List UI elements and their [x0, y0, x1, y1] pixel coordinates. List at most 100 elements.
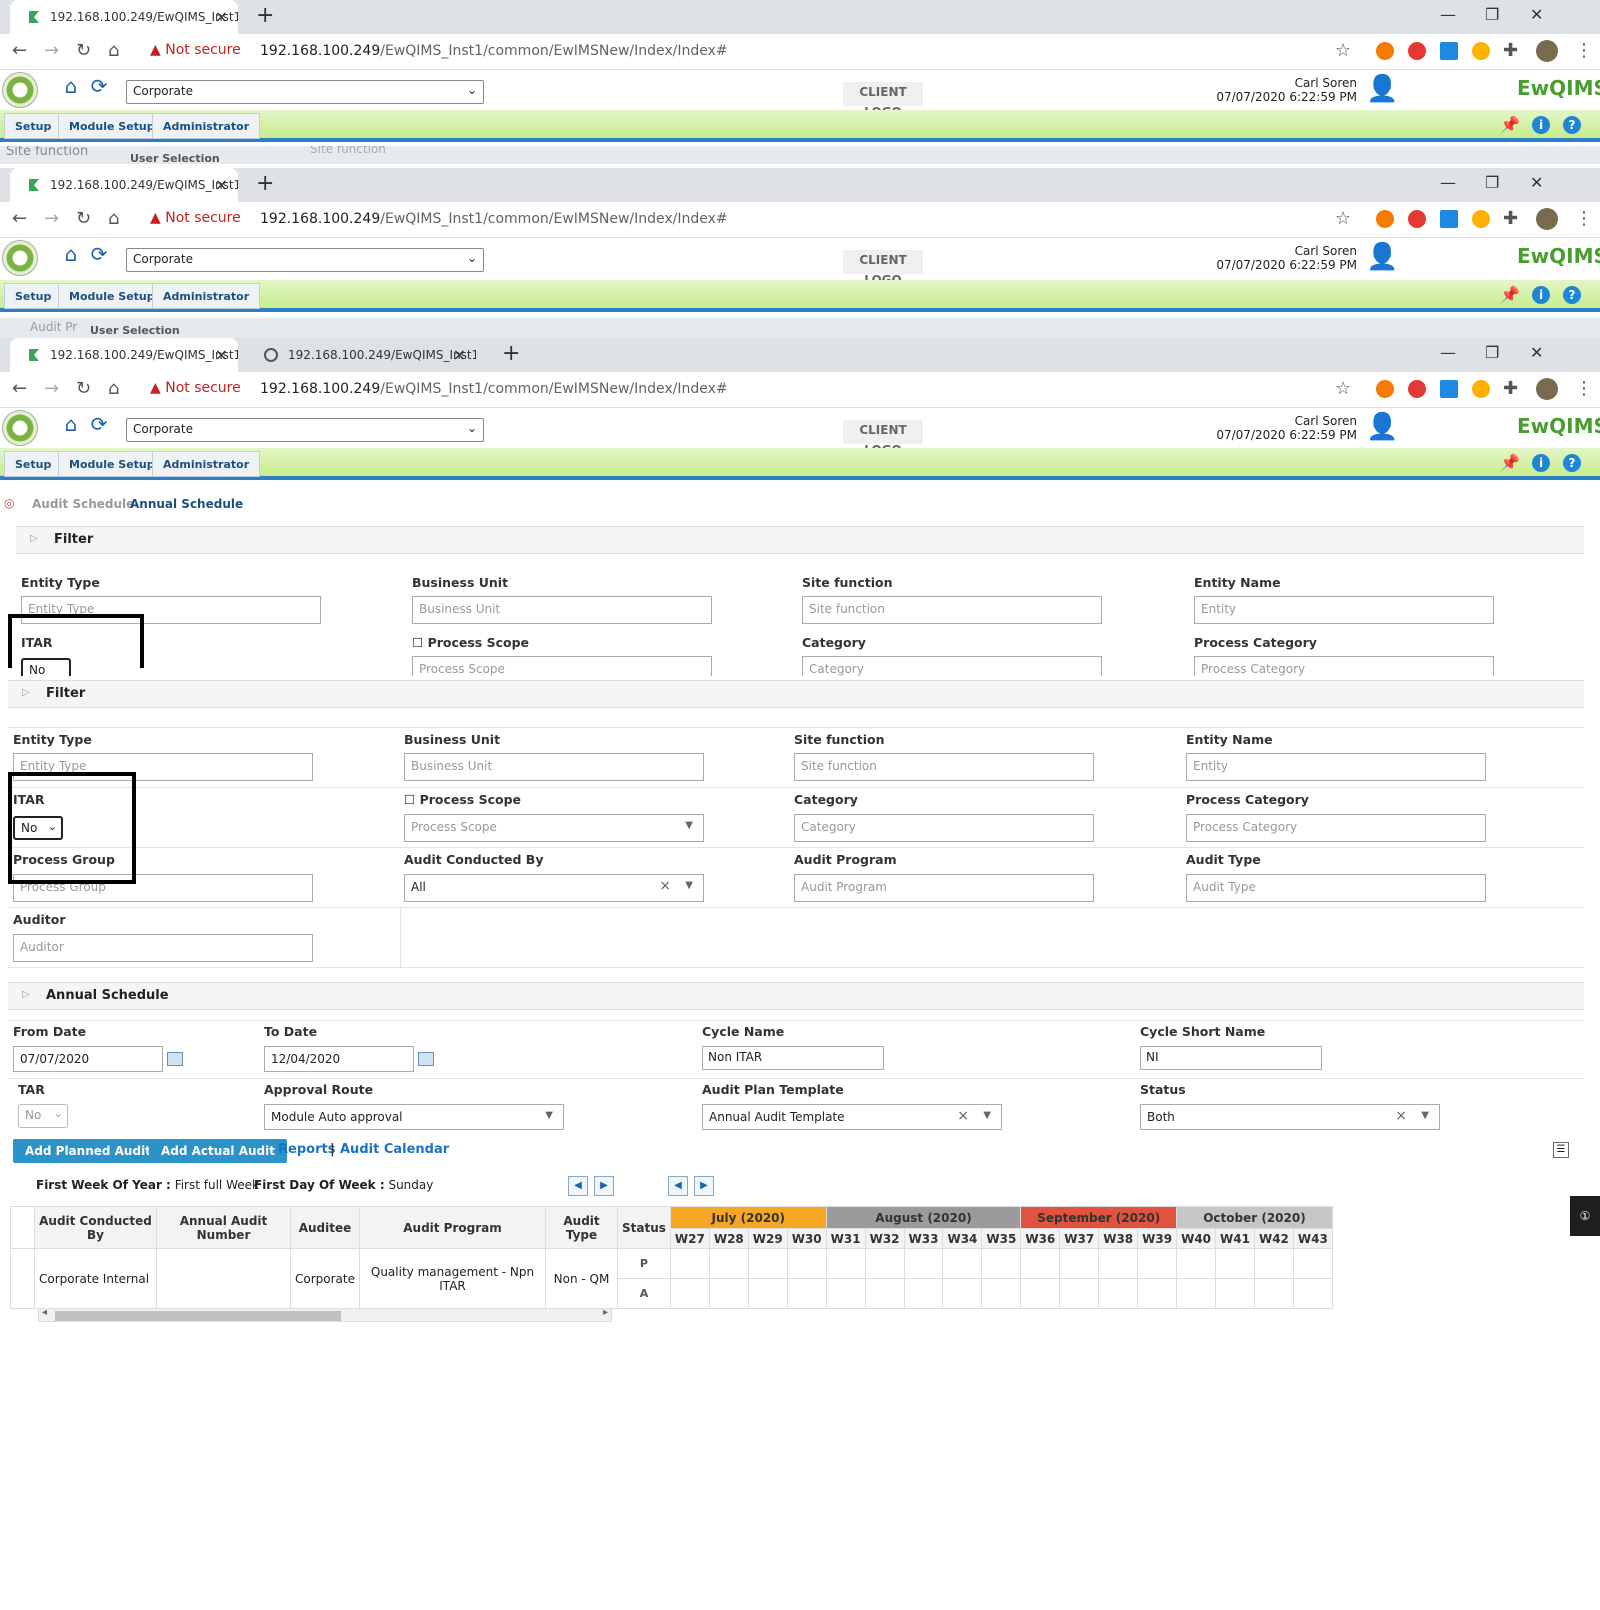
export-grid-icon[interactable]: ☰: [1553, 1142, 1569, 1158]
process-category-input[interactable]: Process Category: [1186, 814, 1486, 842]
category-input[interactable]: Category: [802, 656, 1102, 676]
close-tab-icon[interactable]: ×: [215, 168, 228, 202]
help-icon[interactable]: ?: [1563, 454, 1581, 472]
home-button-icon[interactable]: ⌂: [58, 74, 84, 102]
audit-plan-template-select[interactable]: Annual Audit Template × ▼: [702, 1104, 1002, 1130]
back-icon[interactable]: ←: [12, 208, 27, 229]
extension-windows-icon[interactable]: [1440, 210, 1458, 228]
extension-opera-icon[interactable]: [1408, 42, 1426, 60]
annual-schedule-header[interactable]: ▷ Annual Schedule: [8, 982, 1584, 1010]
corporate-select[interactable]: Corporate ⌄: [126, 418, 484, 442]
info-icon[interactable]: i: [1532, 286, 1550, 304]
refresh-button-icon[interactable]: ⟳: [86, 242, 112, 270]
week-cell[interactable]: [786, 1278, 827, 1309]
refresh-button-icon[interactable]: ⟳: [86, 412, 112, 440]
browser-tab-2[interactable]: 192.168.100.249/EwQIMS_Inst1/C ×: [248, 338, 476, 372]
user-avatar-icon[interactable]: 👤: [1366, 74, 1398, 104]
audit-conducted-by-select[interactable]: All × ▼: [404, 874, 704, 902]
close-window-icon[interactable]: ✕: [1530, 0, 1543, 30]
col-audit-program[interactable]: Audit Program: [359, 1206, 546, 1249]
business-unit-input[interactable]: Business Unit: [412, 596, 712, 624]
week-cell[interactable]: [1020, 1248, 1061, 1279]
status-select[interactable]: Both × ▼: [1140, 1104, 1440, 1130]
scroll-left-icon[interactable]: ◂: [42, 1307, 47, 1318]
process-scope-checkbox[interactable]: ☐ Process Scope: [404, 792, 521, 807]
week-cell[interactable]: [1098, 1278, 1139, 1309]
from-date-input[interactable]: 07/07/2020: [13, 1046, 163, 1072]
scrollbar-thumb[interactable]: [55, 1311, 341, 1321]
category-input[interactable]: Category: [794, 814, 1094, 842]
user-avatar-icon[interactable]: 👤: [1366, 412, 1398, 442]
week-cell[interactable]: [708, 1248, 749, 1279]
week-cell[interactable]: [825, 1248, 866, 1279]
extension-windows-icon[interactable]: [1440, 42, 1458, 60]
col-annual-audit-number[interactable]: Annual Audit Number: [156, 1206, 291, 1249]
profile-avatar[interactable]: [1536, 378, 1558, 400]
scroll-right-icon[interactable]: ▸: [603, 1307, 608, 1318]
week-cell[interactable]: [747, 1278, 788, 1309]
process-category-input[interactable]: Process Category: [1194, 656, 1494, 676]
col-status[interactable]: Status: [617, 1206, 671, 1249]
browser-tab[interactable]: 192.168.100.249/EwQIMS_Inst1/c ×: [10, 338, 238, 372]
close-window-icon[interactable]: ✕: [1530, 338, 1543, 368]
menu-kebab-icon[interactable]: ⋮: [1575, 208, 1593, 229]
prev-page-icon[interactable]: ◀: [568, 1176, 588, 1196]
audit-program-input[interactable]: Audit Program: [794, 874, 1094, 902]
user-avatar-icon[interactable]: 👤: [1366, 242, 1398, 272]
extension-fire-icon[interactable]: [1376, 380, 1394, 398]
week-cell[interactable]: [981, 1248, 1022, 1279]
entity-name-input[interactable]: Entity: [1186, 753, 1486, 781]
week-cell[interactable]: [981, 1278, 1022, 1309]
url-field[interactable]: 192.168.100.249/EwQIMS_Inst1/common/EwIM…: [260, 211, 728, 227]
filter-header[interactable]: ▷ Filter: [16, 526, 1584, 554]
menu-kebab-icon[interactable]: ⋮: [1575, 40, 1593, 61]
menu-administrator[interactable]: Administrator: [152, 283, 261, 309]
bookmark-star-icon[interactable]: ☆: [1335, 40, 1351, 61]
site-function-input[interactable]: Site function: [794, 753, 1094, 781]
menu-module-setup[interactable]: Module Setup: [58, 283, 166, 309]
menu-administrator[interactable]: Administrator: [152, 113, 261, 139]
restore-icon[interactable]: ❐: [1485, 168, 1499, 198]
menu-module-setup[interactable]: Module Setup: [58, 113, 166, 139]
business-unit-input[interactable]: Business Unit: [404, 753, 704, 781]
calendar-icon[interactable]: [167, 1052, 183, 1066]
menu-module-setup[interactable]: Module Setup: [58, 451, 166, 477]
week-cell[interactable]: [903, 1248, 944, 1279]
next-page-icon[interactable]: ▶: [594, 1176, 614, 1196]
process-scope-select[interactable]: Process Scope ▼: [404, 814, 704, 842]
week-cell[interactable]: [669, 1248, 710, 1279]
info-icon[interactable]: i: [1532, 116, 1550, 134]
home-button-icon[interactable]: ⌂: [58, 412, 84, 440]
profile-avatar[interactable]: [1536, 40, 1558, 62]
url-field[interactable]: 192.168.100.249/EwQIMS_Inst1/common/EwIM…: [260, 381, 728, 397]
week-cell[interactable]: [1253, 1248, 1294, 1279]
security-warning[interactable]: ▲ Not secure: [150, 210, 241, 226]
side-widget[interactable]: ①: [1570, 1196, 1600, 1236]
new-tab-icon[interactable]: +: [502, 338, 520, 370]
calendar-icon[interactable]: [418, 1052, 434, 1066]
week-cell[interactable]: [1292, 1278, 1333, 1309]
help-icon[interactable]: ?: [1563, 286, 1581, 304]
extension-opera-icon[interactable]: [1408, 380, 1426, 398]
browser-tab[interactable]: 192.168.100.249/EwQIMS_Inst1/c ×: [10, 168, 238, 202]
extension-opera-icon[interactable]: [1408, 210, 1426, 228]
menu-kebab-icon[interactable]: ⋮: [1575, 378, 1593, 399]
week-cell[interactable]: [942, 1278, 983, 1309]
week-cell[interactable]: [1137, 1278, 1178, 1309]
menu-setup[interactable]: Setup: [4, 451, 63, 477]
pin-icon[interactable]: 📌: [1500, 286, 1520, 304]
extensions-puzzle-icon[interactable]: ✚: [1503, 208, 1518, 229]
restore-icon[interactable]: ❐: [1485, 338, 1499, 368]
week-cell[interactable]: [1253, 1278, 1294, 1309]
approval-route-select[interactable]: Module Auto approval ▼: [264, 1104, 564, 1130]
help-icon[interactable]: ?: [1563, 116, 1581, 134]
reload-icon[interactable]: ↻: [76, 40, 91, 61]
add-planned-audit-button[interactable]: Add Planned Audit: [13, 1139, 163, 1163]
add-actual-audit-button[interactable]: Add Actual Audit: [149, 1139, 287, 1163]
minimize-icon[interactable]: —: [1440, 0, 1456, 30]
week-cell[interactable]: [669, 1278, 710, 1309]
reports-link[interactable]: Reports: [278, 1142, 335, 1157]
corporate-select[interactable]: Corporate ⌄: [126, 248, 484, 272]
week-cell[interactable]: [1215, 1248, 1255, 1279]
forward-icon[interactable]: →: [44, 378, 59, 399]
